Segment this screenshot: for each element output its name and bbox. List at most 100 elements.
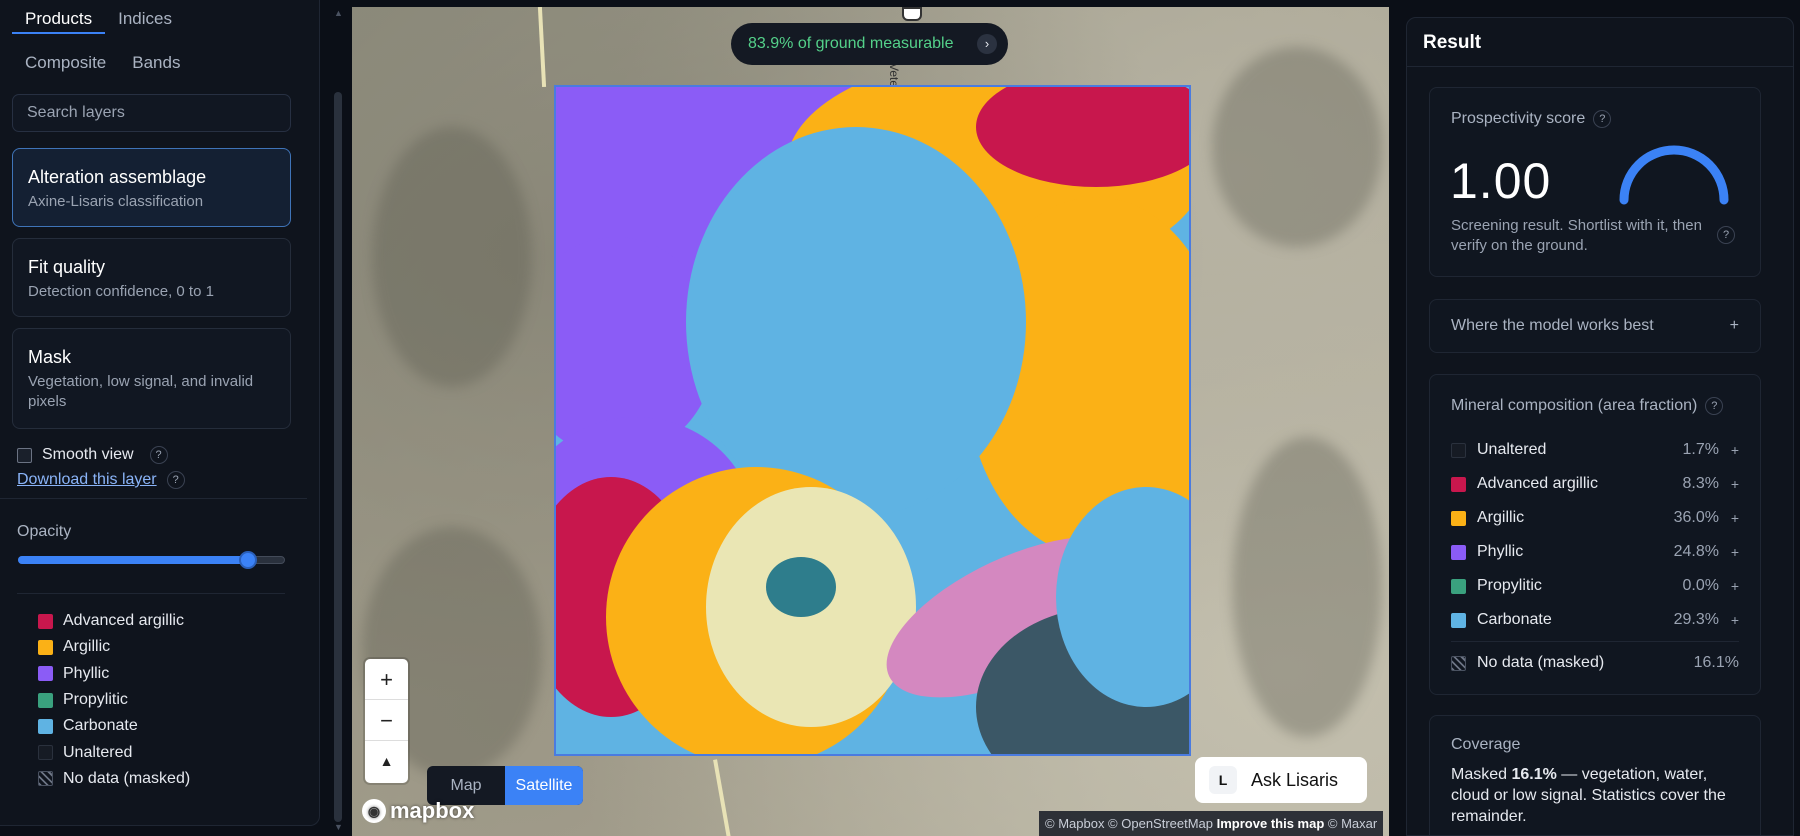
legend-item: Advanced argillic	[38, 608, 190, 634]
tab-products[interactable]: Products	[12, 4, 106, 34]
expand-plus-icon[interactable]: +	[1719, 476, 1739, 492]
location-marker-icon[interactable]	[902, 7, 922, 21]
coverage-pill[interactable]: 83.9% of ground measurable ›	[731, 23, 1008, 65]
layer-card-subtitle: Axine-Lisaris classification	[28, 193, 204, 210]
layer-card-subtitle: Vegetation, low signal, and invalid pixe…	[28, 373, 254, 410]
legend-item: Carbonate	[38, 713, 190, 739]
subtabs: Composite Bands	[12, 48, 193, 78]
road	[537, 7, 547, 88]
help-icon[interactable]: ?	[166, 471, 185, 489]
download-layer-link[interactable]: Download this layer	[17, 471, 157, 489]
help-icon[interactable]: ?	[149, 446, 168, 464]
gauge-track	[1619, 145, 1729, 205]
mapbox-logo-icon: ◉	[362, 799, 386, 823]
basemap-satellite-button[interactable]: Satellite	[505, 766, 583, 805]
composition-row[interactable]: Phyllic 24.8% +	[1451, 535, 1739, 569]
layer-card-mask[interactable]: Mask Vegetation, low signal, and invalid…	[12, 328, 291, 429]
terrain-shade	[1232, 437, 1382, 737]
layer-card-alteration[interactable]: Alteration assemblage Axine-Lisaris clas…	[12, 148, 291, 227]
zoom-in-button[interactable]: +	[365, 659, 408, 700]
score-gauge	[1619, 145, 1729, 205]
mineral-composition-card: Mineral composition (area fraction) ? Un…	[1429, 374, 1761, 695]
scrollbar-thumb[interactable]	[334, 92, 342, 822]
road	[713, 759, 731, 836]
gauge-fill	[1619, 145, 1729, 205]
tab-indices[interactable]: Indices	[105, 4, 185, 34]
expand-plus-icon[interactable]: +	[1719, 612, 1739, 628]
help-icon[interactable]: ?	[1593, 110, 1612, 128]
chevron-right-icon[interactable]: ›	[977, 34, 997, 54]
composition-list: Unaltered 1.7% + Advanced argillic 8.3% + Argi…	[1451, 433, 1739, 680]
legend-swatch	[1451, 544, 1466, 560]
prospectivity-card: Prospectivity score ? 1.00 Screening res…	[1429, 87, 1761, 277]
zoom-out-button[interactable]: −	[365, 700, 408, 741]
divider	[0, 498, 307, 499]
scroll-up-icon[interactable]: ▲	[334, 8, 343, 18]
help-icon[interactable]: ?	[1705, 397, 1724, 415]
composition-row[interactable]: Propylitic 0.0% +	[1451, 569, 1739, 603]
layer-card-fit-quality[interactable]: Fit quality Detection confidence, 0 to 1	[12, 238, 291, 317]
scroll-down-icon[interactable]: ▼	[334, 822, 343, 832]
legend-item: No data (masked)	[38, 766, 190, 792]
alteration-overlay[interactable]	[554, 85, 1191, 756]
mapbox-logo: ◉ mapbox	[362, 798, 474, 824]
legend-swatch	[1451, 612, 1466, 628]
score-label: Prospectivity score	[1451, 110, 1586, 127]
composition-row[interactable]: Unaltered 1.7% +	[1451, 433, 1739, 467]
expand-plus-icon[interactable]: +	[1719, 544, 1739, 560]
legend-swatch	[38, 639, 53, 655]
tab-composite[interactable]: Composite	[12, 48, 119, 78]
smooth-view-checkbox[interactable]	[17, 447, 32, 463]
terrain-shade	[372, 127, 532, 387]
slider-thumb[interactable]	[239, 551, 257, 569]
legend-label: Propylitic	[63, 691, 128, 709]
opacity-label: Opacity	[17, 523, 72, 540]
product-tabs: Products Indices	[12, 4, 185, 34]
expand-plus-icon[interactable]: +	[1730, 300, 1739, 352]
composition-row[interactable]: Advanced argillic 8.3% +	[1451, 467, 1739, 501]
coverage-text: Masked 16.1% — vegetation, water, cloud …	[1451, 764, 1741, 827]
mineral-name: Unaltered	[1477, 441, 1547, 458]
road-label: Vete	[887, 63, 901, 88]
layer-card-subtitle: Detection confidence, 0 to 1	[28, 283, 214, 300]
legend-swatch	[38, 692, 53, 708]
layer-card-title: Mask	[28, 347, 72, 367]
layer-card-title: Fit quality	[28, 257, 106, 277]
score-note: Screening result. Shortlist with it, the…	[1451, 217, 1702, 254]
expand-plus-icon[interactable]: +	[1719, 442, 1739, 458]
left-scrollbar[interactable]: ▲ ▼	[331, 0, 345, 836]
legend: Advanced argillic Argillic Phyllic Propylit…	[38, 608, 190, 792]
coverage-pill-text: 83.9% of ground measurable	[748, 35, 954, 52]
help-icon[interactable]: ?	[1717, 226, 1735, 244]
ask-lisaris-button[interactable]: L Ask Lisaris	[1195, 757, 1367, 803]
smooth-view-label: Smooth view	[42, 446, 134, 463]
tab-bands[interactable]: Bands	[119, 48, 193, 78]
mineral-name: Argillic	[1477, 509, 1525, 526]
composition-row[interactable]: Carbonate 29.3% +	[1451, 603, 1739, 637]
expand-plus-icon[interactable]: +	[1719, 510, 1739, 526]
where-model-works-row[interactable]: Where the model works best +	[1430, 300, 1760, 352]
mineral-percent: 1.7%	[1682, 441, 1719, 458]
opacity-slider[interactable]	[18, 551, 285, 569]
expand-plus-icon[interactable]: +	[1719, 578, 1739, 594]
where-model-works-card[interactable]: Where the model works best +	[1429, 299, 1761, 353]
search-layers-input[interactable]: Search layers	[12, 94, 291, 132]
legend-swatch	[1451, 510, 1466, 526]
attribution-text: © Maxar	[1324, 816, 1378, 831]
mapbox-wordmark: mapbox	[390, 798, 475, 823]
composition-row[interactable]: Argillic 36.0% +	[1451, 501, 1739, 535]
legend-swatch	[38, 718, 53, 734]
improve-map-link[interactable]: Improve this map	[1217, 816, 1325, 831]
map-attribution: © Mapbox © OpenStreetMap Improve this ma…	[1039, 811, 1384, 836]
map-view[interactable]: Vete + − ▲	[352, 7, 1389, 836]
mineral-name: Advanced argillic	[1477, 475, 1598, 492]
divider	[17, 593, 285, 594]
legend-swatch	[38, 745, 53, 761]
compass-icon[interactable]: ▲	[365, 741, 408, 782]
legend-item: Phyllic	[38, 661, 190, 687]
mineral-percent: 36.0%	[1673, 509, 1719, 526]
mineral-name: Propylitic	[1477, 577, 1542, 594]
zoom-controls: + − ▲	[365, 659, 408, 783]
legend-item: Argillic	[38, 634, 190, 660]
legend-swatch	[1451, 476, 1466, 492]
